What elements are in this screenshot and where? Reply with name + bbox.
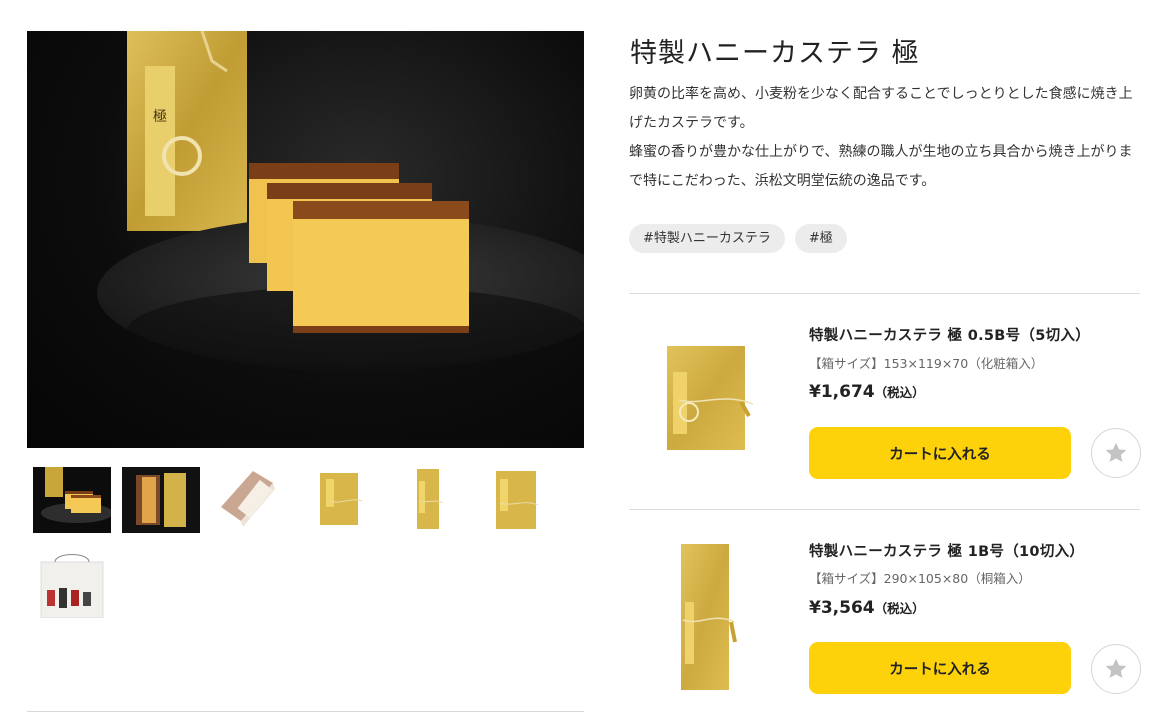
variant-box-size: 【箱サイズ】153×119×70（化粧箱入） <box>809 356 1044 371</box>
thumbnail-3[interactable] <box>211 467 289 533</box>
product-title: 特製ハニーカステラ 極 <box>630 38 920 69</box>
thumbnail-2[interactable] <box>122 467 200 533</box>
price-amount: ¥3,564 <box>809 598 875 618</box>
star-icon <box>1105 658 1127 678</box>
tag-honey-castella[interactable]: #特製ハニーカステラ <box>629 224 785 253</box>
variant-price: ¥3,564（税込） <box>809 598 925 618</box>
thumbnail-4[interactable] <box>300 467 378 533</box>
favorite-button[interactable] <box>1091 428 1141 478</box>
description-paragraph-2: 蜂蜜の香りが豊かな仕上がりで、熟練の職人が生地の立ち具合から焼き上がりまで特にこ… <box>629 144 1133 189</box>
price-tax-note: （税込） <box>874 385 925 400</box>
castella-photo-illustration: 極 <box>97 31 584 376</box>
gallery-divider <box>27 711 584 712</box>
tag-list: #特製ハニーカステラ #極 <box>629 224 847 253</box>
variant-image-tall-box <box>649 542 759 698</box>
svg-text:極: 極 <box>153 109 167 125</box>
price-tax-note: （税込） <box>874 601 925 616</box>
variant-image-small-box <box>649 342 759 461</box>
variant-name: 特製ハニーカステラ 極 0.5B号（5切入） <box>809 328 1091 344</box>
variant-name: 特製ハニーカステラ 極 1B号（10切入） <box>809 544 1085 560</box>
add-to-cart-button[interactable]: カートに入れる <box>809 427 1071 479</box>
thumbnail-7[interactable] <box>33 552 111 618</box>
thumbnail-6[interactable] <box>478 467 556 533</box>
thumbnail-1[interactable] <box>33 467 111 533</box>
product-description: 卵黄の比率を高め、小麦粉を少なく配合することでしっとりとした食感に焼き上げたカス… <box>629 80 1145 196</box>
description-paragraph-1: 卵黄の比率を高め、小麦粉を少なく配合することでしっとりとした食感に焼き上げたカス… <box>629 86 1133 131</box>
tag-kiwami[interactable]: #極 <box>794 224 847 253</box>
variant-row: 特製ハニーカステラ 極 0.5B号（5切入） 【箱サイズ】153×119×70（… <box>629 294 1149 508</box>
variant-price: ¥1,674（税込） <box>809 382 925 402</box>
main-product-photo: 極 <box>27 31 584 448</box>
favorite-button[interactable] <box>1091 644 1141 694</box>
variant-box-size: 【箱サイズ】290×105×80（桐箱入） <box>809 571 1031 586</box>
thumbnail-5[interactable] <box>389 467 467 533</box>
star-icon <box>1105 442 1127 462</box>
add-to-cart-button[interactable]: カートに入れる <box>809 642 1071 694</box>
variant-row: 特製ハニーカステラ 極 1B号（10切入） 【箱サイズ】290×105×80（桐… <box>629 510 1149 713</box>
price-amount: ¥1,674 <box>809 382 875 402</box>
